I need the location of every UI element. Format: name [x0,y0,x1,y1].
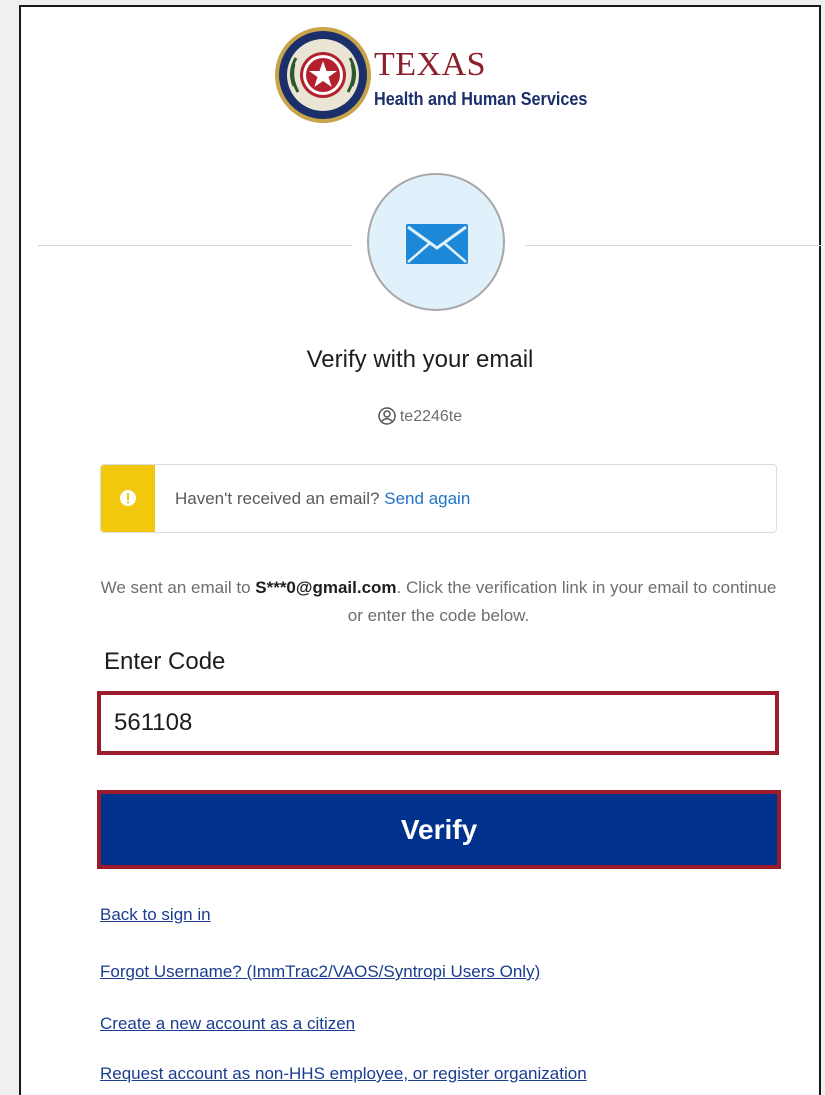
sign-in-card: TEXAS Health and Human Services Verify w… [19,5,823,1095]
sent-suffix: . Click the verification link in your em… [347,578,777,625]
request-account-link[interactable]: Request account as non-HHS employee, or … [100,1064,587,1084]
texas-hhs-logo: TEXAS Health and Human Services [274,26,619,126]
code-label: Enter Code [104,648,226,675]
page-title: Verify with your email [306,346,534,373]
warning-icon [120,490,136,506]
username-row: te2246te [21,407,819,426]
resend-text: Haven't received an email? [175,489,380,508]
resend-message: Haven't received an email? Send again [175,489,470,509]
envelope-icon [406,224,468,264]
divider-left [38,245,352,246]
email-factor-badge [367,173,505,311]
user-circle-icon [378,407,396,425]
texas-seal-icon [275,27,371,123]
create-citizen-account-link[interactable]: Create a new account as a citizen [100,1014,355,1034]
logo-subtitle: Health and Human Services [374,89,588,109]
masked-email: S***0@gmail.com [255,578,397,597]
divider-right [525,245,823,246]
warning-stripe [101,465,155,532]
email-sent-message: We sent an email to S***0@gmail.com. Cli… [100,574,777,630]
resend-warning-box: Haven't received an email? Send again [100,464,777,533]
send-again-link[interactable]: Send again [384,489,470,508]
forgot-username-link[interactable]: Forgot Username? (ImmTrac2/VAOS/Syntropi… [100,962,540,982]
logo-title: TEXAS [374,46,487,83]
verify-button-label: Verify [400,814,478,845]
verify-button[interactable]: Verify [97,790,781,869]
username-label: te2246te [399,408,463,425]
code-input[interactable] [97,691,779,755]
back-to-sign-in-link[interactable]: Back to sign in [100,905,211,925]
sent-prefix: We sent an email to [100,578,256,597]
